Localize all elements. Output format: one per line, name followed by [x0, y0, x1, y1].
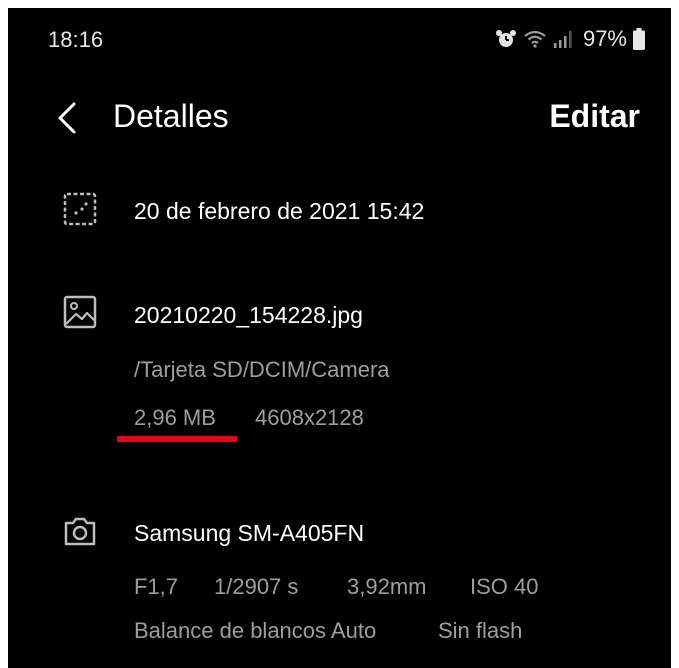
status-time: 18:16	[48, 27, 104, 52]
details-screen: 18:16 97% Detalles Editar 20 de febrero …	[8, 8, 671, 668]
status-icons: 97%	[495, 26, 645, 52]
focal-length-text: 3,92mm	[347, 574, 427, 599]
battery-percent: 97%	[582, 26, 627, 51]
date-time-text: 20 de febrero de 2021 15:42	[134, 198, 425, 224]
camera-model-text: Samsung SM-A405FN	[134, 520, 365, 546]
shutter-speed-text: 1/2907 s	[214, 574, 299, 599]
camera-icon	[62, 513, 98, 549]
file-size-text: 2,96 MB	[134, 405, 216, 430]
file-resolution-text: 4608x2128	[255, 405, 364, 430]
red-underline-mark	[117, 436, 237, 442]
signal-icon	[553, 29, 573, 49]
chevron-left-icon	[58, 102, 76, 134]
aperture-text: F1,7	[134, 574, 179, 599]
app-bar: Detalles Editar	[8, 90, 671, 146]
image-icon	[62, 294, 98, 330]
white-balance-text: Balance de blancos Auto	[134, 618, 377, 643]
battery-icon	[633, 28, 645, 50]
status-bar: 18:16 97%	[8, 8, 671, 70]
iso-text: ISO 40	[470, 574, 539, 599]
flash-text: Sin flash	[438, 618, 523, 643]
file-path-text: /Tarjeta SD/DCIM/Camera	[134, 357, 390, 382]
page-title: Detalles	[113, 98, 229, 134]
calendar-icon	[62, 191, 98, 227]
back-button[interactable]	[52, 100, 82, 136]
edit-button[interactable]: Editar	[549, 98, 640, 135]
wifi-icon	[523, 29, 547, 49]
alarm-icon	[495, 28, 517, 50]
file-name-text: 20210220_154228.jpg	[134, 302, 363, 328]
